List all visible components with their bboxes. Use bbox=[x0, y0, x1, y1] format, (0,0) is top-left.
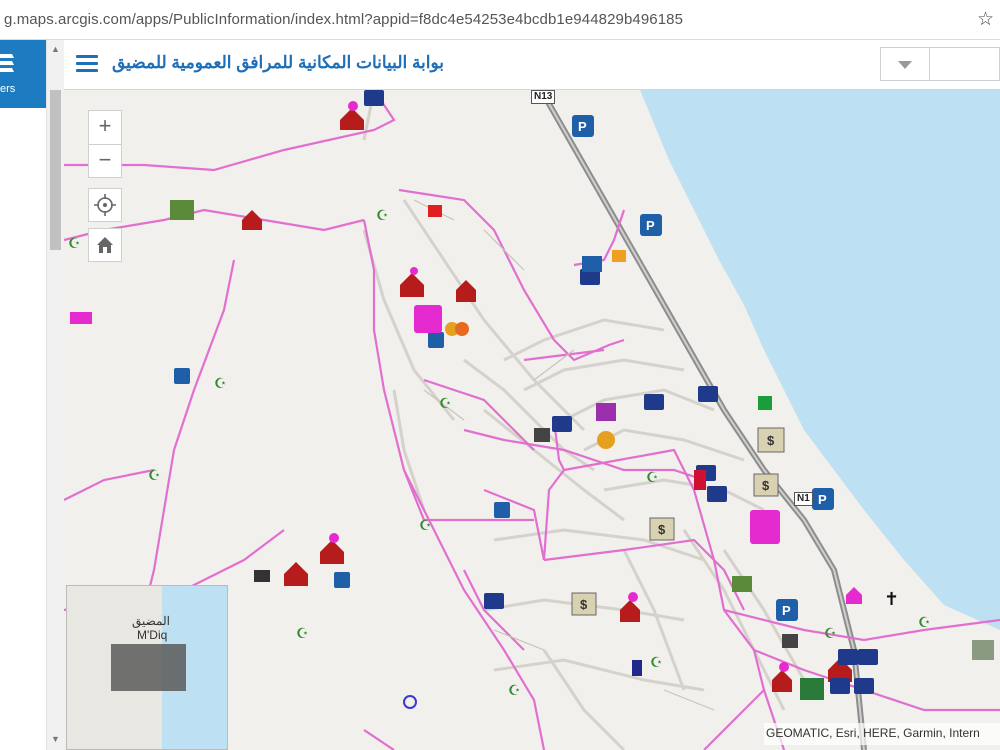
road-label-n1: N1 bbox=[794, 492, 813, 506]
scrollbar-thumb[interactable] bbox=[50, 90, 61, 250]
scroll-down-icon[interactable]: ▼ bbox=[51, 734, 60, 744]
home-icon bbox=[97, 237, 113, 253]
scroll-up-icon[interactable]: ▲ bbox=[51, 44, 60, 54]
map-view[interactable]: P P P P ☪ ☪ ☪ ☪ ☪ ☪ ☪ ☪ ☪ ☪ ☪ ☪ $ $ $ $ … bbox=[64, 90, 1000, 750]
road-label-n13: N13 bbox=[531, 90, 556, 104]
overview-extent-box[interactable] bbox=[111, 644, 186, 691]
layers-panel bbox=[0, 108, 46, 750]
star-icon[interactable]: ☆ bbox=[977, 8, 994, 31]
zoom-in-button[interactable]: + bbox=[88, 110, 122, 144]
layers-icon bbox=[0, 54, 14, 72]
overview-label-en: M'Diq bbox=[137, 628, 168, 642]
app-header: بوابة البيانات المكانية للمرافق العمومية… bbox=[64, 40, 1000, 90]
locate-button[interactable] bbox=[88, 188, 122, 222]
map-attribution: GEOMATIC, Esri, HERE, Garmin, Intern bbox=[764, 723, 1000, 745]
layers-button[interactable]: ers bbox=[0, 40, 46, 108]
home-button[interactable] bbox=[88, 228, 122, 262]
layers-label: ers bbox=[0, 83, 16, 95]
app-title: بوابة البيانات المكانية للمرافق العمومية… bbox=[112, 53, 445, 72]
chevron-down-icon bbox=[898, 61, 912, 69]
search-input[interactable] bbox=[929, 47, 1000, 81]
panel-scrollbar[interactable]: ▲ ▼ bbox=[46, 40, 64, 750]
zoom-out-button[interactable]: − bbox=[88, 144, 122, 178]
hamburger-menu-icon[interactable] bbox=[76, 55, 98, 75]
overview-map[interactable]: المضيق M'Diq bbox=[66, 585, 228, 750]
locate-icon bbox=[94, 194, 116, 216]
browser-address-bar: g.maps.arcgis.com/apps/PublicInformation… bbox=[0, 0, 1000, 40]
overview-label-ar: المضيق bbox=[132, 614, 170, 628]
url-text[interactable]: g.maps.arcgis.com/apps/PublicInformation… bbox=[4, 11, 683, 28]
search-source-dropdown[interactable] bbox=[880, 47, 930, 81]
